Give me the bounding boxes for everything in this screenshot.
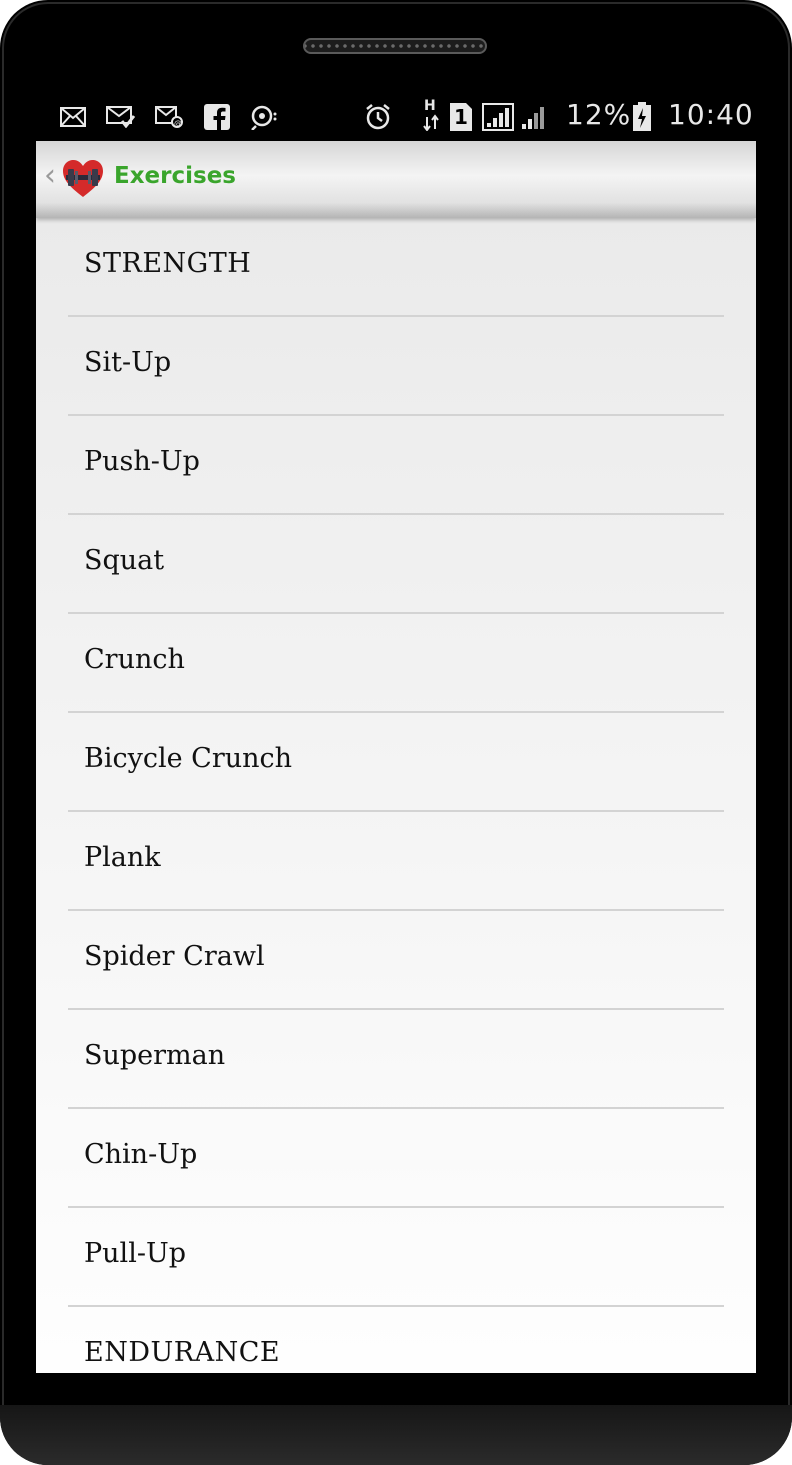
list-item-label: Crunch <box>84 644 185 675</box>
list-item-spider-crawl[interactable]: Spider Crawl <box>68 911 724 1010</box>
list-item-superman[interactable]: Superman <box>68 1010 724 1109</box>
phone-bottom-bezel <box>0 1405 792 1465</box>
alarm-icon <box>364 104 392 130</box>
signal-icon <box>482 103 514 131</box>
app-screen: ‹ Exercises STRENGTH Sit-Up Push-Up Squa… <box>36 141 756 1373</box>
list-item-plank[interactable]: Plank <box>68 812 724 911</box>
back-chevron-icon[interactable]: ‹ <box>44 161 56 191</box>
section-header-label: STRENGTH <box>84 248 252 279</box>
network-type-label: H <box>424 98 436 114</box>
mail-check-icon <box>106 104 136 130</box>
list-item-label: Pull-Up <box>84 1238 186 1269</box>
action-bar: ‹ Exercises <box>36 141 756 218</box>
list-item-label: Push-Up <box>84 446 200 477</box>
network-h-icon: H <box>420 98 442 131</box>
list-item-label: Plank <box>84 842 161 873</box>
list-item-label: Sit-Up <box>84 347 172 378</box>
section-header-label: ENDURANCE <box>84 1337 281 1368</box>
list-item-label: Spider Crawl <box>84 941 265 972</box>
list-item-chin-up[interactable]: Chin-Up <box>68 1109 724 1208</box>
svg-text:@: @ <box>174 119 182 128</box>
list-item-sit-up[interactable]: Sit-Up <box>68 317 724 416</box>
sim-1-icon: 1 <box>450 103 472 131</box>
list-item-label: Squat <box>84 545 165 576</box>
signal-icon <box>520 104 548 130</box>
list-item-label: Superman <box>84 1040 226 1071</box>
list-item-label: Chin-Up <box>84 1139 198 1170</box>
battery-percent: 12% <box>566 98 632 131</box>
clock-time: 10:40 <box>668 98 754 131</box>
list-item-label: Bicycle Crunch <box>84 743 293 774</box>
section-header-endurance: ENDURANCE <box>68 1307 724 1373</box>
list-item-push-up[interactable]: Push-Up <box>68 416 724 515</box>
list-item-bicycle-crunch[interactable]: Bicycle Crunch <box>68 713 724 812</box>
phone-frame: @ H 1 12% 10:40 ‹ Exercises STRENGTH Sit… <box>0 0 792 1465</box>
list-item-pull-up[interactable]: Pull-Up <box>68 1208 724 1307</box>
list-item-squat[interactable]: Squat <box>68 515 724 614</box>
earpiece-speaker <box>303 38 487 54</box>
mail-icon <box>60 104 86 130</box>
exercise-list: STRENGTH Sit-Up Push-Up Squat Crunch Bic… <box>68 218 724 1373</box>
section-header-strength: STRENGTH <box>68 218 724 317</box>
page-title: Exercises <box>114 163 236 189</box>
usb-debug-icon <box>248 104 278 130</box>
heart-dumbbell-app-icon[interactable] <box>62 159 104 199</box>
status-bar: @ H 1 12% 10:40 <box>36 96 756 140</box>
sim-slot-label: 1 <box>454 105 468 129</box>
email-sync-icon: @ <box>154 104 184 130</box>
battery-charging-icon <box>632 102 652 131</box>
facebook-icon <box>204 104 230 130</box>
list-item-crunch[interactable]: Crunch <box>68 614 724 713</box>
